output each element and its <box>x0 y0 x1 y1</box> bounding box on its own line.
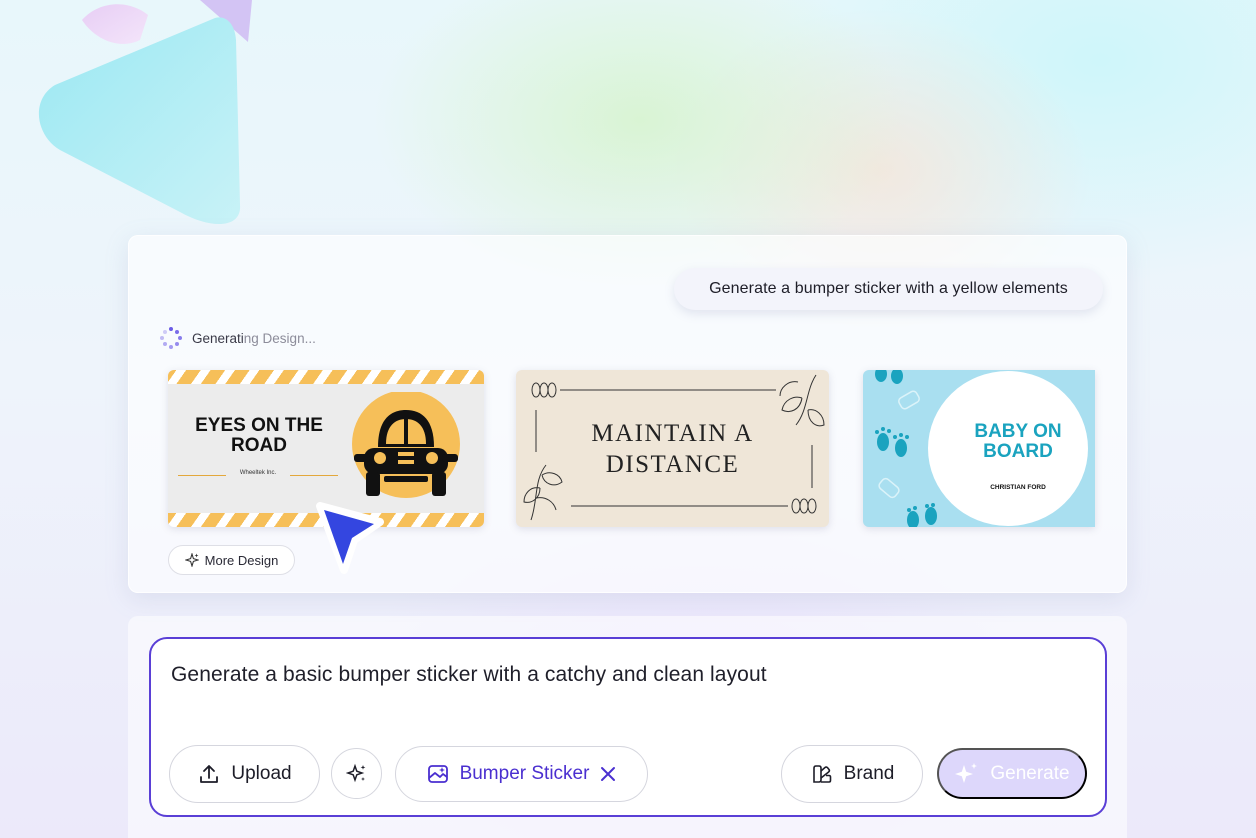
cursor-icon <box>316 502 384 574</box>
brand-icon <box>812 765 831 783</box>
generating-status: Generating Design... <box>160 327 316 349</box>
upload-button[interactable]: Upload <box>169 745 320 803</box>
design-title: BABY ON BOARD <box>974 421 1062 462</box>
design-card-baby-on-board[interactable]: BABY ON BOARD CHRISTIAN FORD <box>863 370 1095 527</box>
design-subtitle: CHRISTIAN FORD <box>990 484 1046 491</box>
magic-enhance-button[interactable] <box>331 748 382 799</box>
design-title: EYES ON THE ROAD <box>195 415 323 456</box>
divider-left <box>178 475 226 476</box>
top-stripes <box>168 370 484 384</box>
design-title: MAINTAIN A DISTANCE <box>591 420 754 478</box>
design-subtitle: Wheeltek Inc. <box>239 470 277 476</box>
bumper-sticker-tag[interactable]: Bumper Sticker <box>395 746 648 802</box>
magic-icon <box>345 763 365 782</box>
car-icon <box>352 392 460 498</box>
status-text: Generating Design... <box>192 330 316 346</box>
image-tag-icon <box>427 765 448 783</box>
decorative-shapes <box>38 0 252 225</box>
spinner-icon <box>160 327 182 349</box>
prompt-input[interactable]: Generate a basic bumper sticker with a c… <box>171 663 767 687</box>
chat-panel: Generate a bumper sticker with a yellow … <box>128 235 1127 593</box>
divider-right <box>290 475 338 476</box>
prompt-composer[interactable]: Generate a basic bumper sticker with a c… <box>149 637 1107 817</box>
sparkle-icon <box>955 762 978 783</box>
user-prompt-bubble: Generate a bumper sticker with a yellow … <box>674 268 1103 310</box>
brand-button[interactable]: Brand <box>781 745 923 803</box>
design-card-maintain-distance[interactable]: MAINTAIN A DISTANCE <box>516 370 829 527</box>
generate-button[interactable]: Generate <box>937 748 1087 799</box>
close-icon[interactable] <box>599 765 617 783</box>
more-design-button[interactable]: More Design <box>168 545 295 575</box>
sparkle-icon <box>184 553 199 567</box>
upload-icon <box>200 765 219 783</box>
